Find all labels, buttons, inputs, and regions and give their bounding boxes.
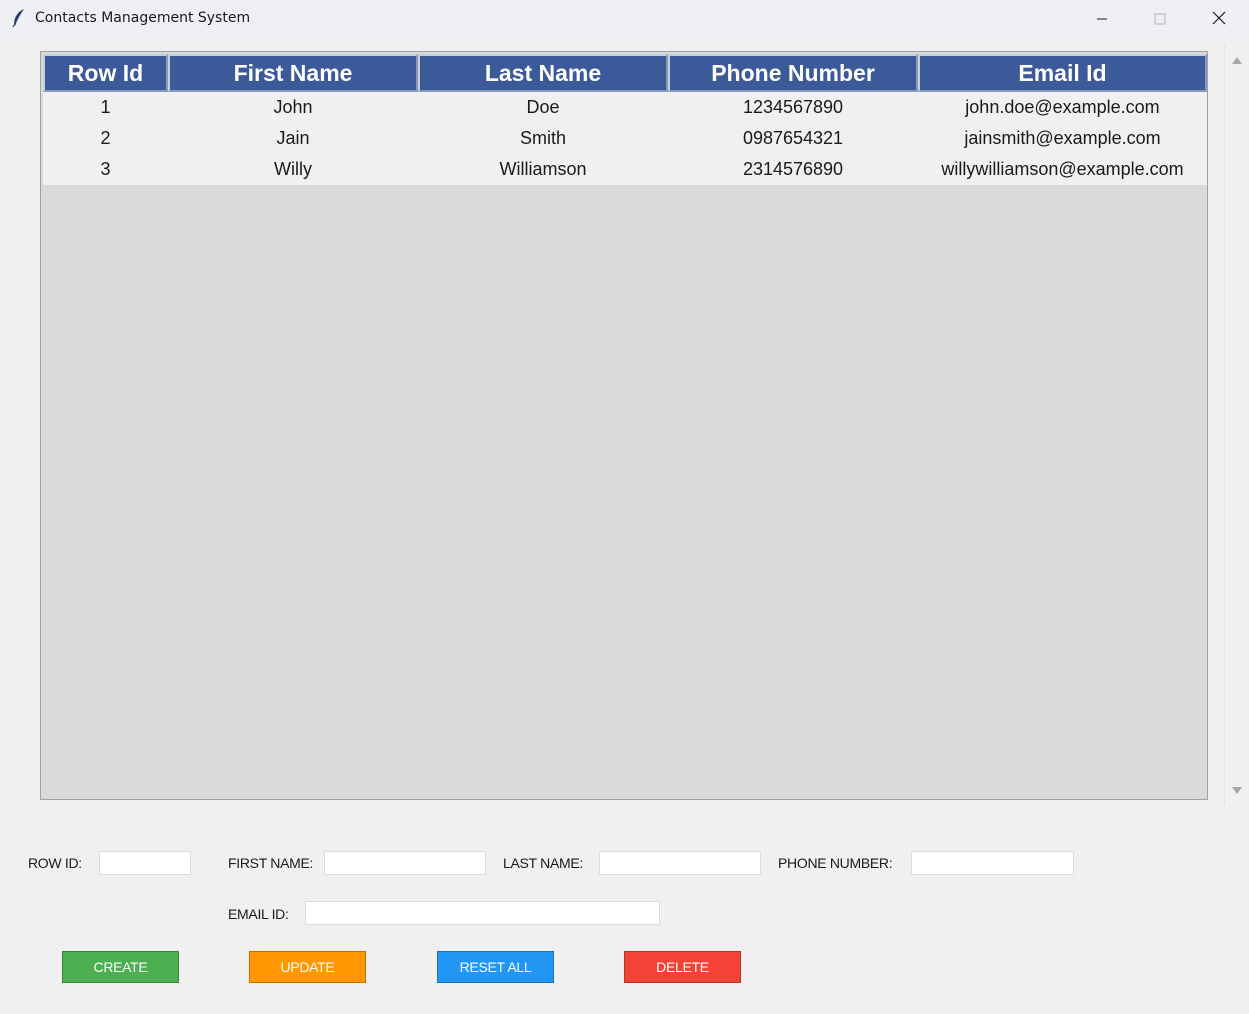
cell-email-id: willywilliamson@example.com [941, 159, 1184, 179]
phone-number-input[interactable] [911, 851, 1074, 875]
phone-number-label: PHONE NUMBER: [778, 855, 893, 871]
update-button[interactable]: UPDATE [249, 951, 366, 983]
cell-last-name: Smith [519, 128, 566, 148]
table-row[interactable]: 3 Willy Williamson 2314576890 willywilli… [43, 154, 1207, 185]
first-name-label: FIRST NAME: [228, 855, 314, 871]
feather-icon [11, 8, 27, 28]
row-id-input[interactable] [99, 851, 191, 875]
cell-row-id: 3 [100, 159, 111, 179]
cell-email-id: jainsmith@example.com [964, 128, 1161, 148]
header-row-id[interactable]: Row Id [43, 54, 168, 92]
create-button[interactable]: CREATE [62, 951, 179, 983]
minimize-icon [1096, 10, 1108, 29]
email-id-label: EMAIL ID: [228, 906, 289, 922]
cell-phone-number: 0987654321 [742, 128, 844, 148]
title-bar: Contacts Management System [0, 0, 1249, 38]
scroll-up-arrow-icon[interactable] [1232, 57, 1242, 64]
header-email-id[interactable]: Email Id [918, 54, 1207, 92]
header-first-name[interactable]: First Name [168, 54, 418, 92]
table-header: Row Id First Name Last Name Phone Number… [43, 54, 1207, 92]
maximize-button[interactable] [1131, 0, 1189, 38]
cell-row-id: 2 [100, 128, 111, 148]
cell-first-name: Willy [274, 159, 312, 179]
scroll-down-arrow-icon[interactable] [1232, 787, 1242, 794]
cell-last-name: Williamson [499, 159, 587, 179]
cell-first-name: Jain [276, 128, 310, 148]
header-phone-number[interactable]: Phone Number [668, 54, 918, 92]
minimize-button[interactable] [1073, 0, 1131, 38]
cell-email-id: john.doe@example.com [965, 97, 1160, 117]
table-body: 1 John Doe 1234567890 john.doe@example.c… [43, 92, 1207, 185]
app-window: Contacts Management System Row Id First … [0, 0, 1249, 1014]
window-title: Contacts Management System [35, 10, 251, 26]
cell-row-id: 1 [100, 97, 111, 117]
vertical-scrollbar[interactable] [1224, 45, 1249, 805]
contacts-table[interactable]: Row Id First Name Last Name Phone Number… [40, 51, 1208, 800]
cell-last-name: Doe [526, 97, 560, 117]
first-name-input[interactable] [324, 851, 486, 875]
row-id-label: ROW ID: [28, 855, 82, 871]
last-name-input[interactable] [599, 851, 761, 875]
maximize-icon [1154, 10, 1166, 29]
close-button[interactable] [1190, 0, 1248, 38]
cell-first-name: John [273, 97, 313, 117]
header-last-name[interactable]: Last Name [418, 54, 668, 92]
delete-button[interactable]: DELETE [624, 951, 741, 983]
table-row[interactable]: 1 John Doe 1234567890 john.doe@example.c… [43, 92, 1207, 123]
cell-phone-number: 1234567890 [742, 97, 844, 117]
reset-all-button[interactable]: RESET ALL [437, 951, 554, 983]
cell-phone-number: 2314576890 [742, 159, 844, 179]
close-icon [1212, 10, 1226, 29]
email-id-input[interactable] [305, 901, 660, 925]
last-name-label: LAST NAME: [503, 855, 583, 871]
table-row[interactable]: 2 Jain Smith 0987654321 jainsmith@exampl… [43, 123, 1207, 154]
